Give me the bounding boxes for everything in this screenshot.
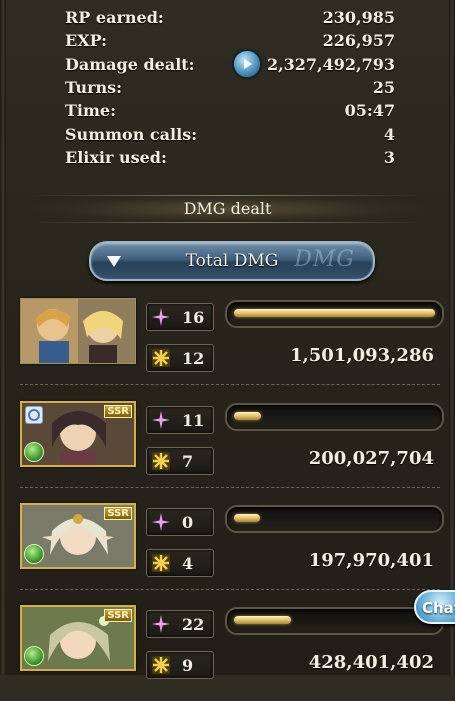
sparkle-icon: [150, 306, 172, 328]
stat-exp: EXP: 226,957: [65, 29, 395, 52]
skill-count-box: 22: [146, 610, 214, 638]
stat-label: Damage dealt:: [65, 54, 195, 74]
character-damage-row[interactable]: SSR 22 9 428,401,402: [20, 605, 444, 701]
skill-count: 11: [182, 410, 205, 430]
ring-icon: [25, 406, 43, 424]
ssr-character-portrait: SSR: [20, 401, 136, 467]
section-header-dmg-dealt: DMG dealt: [30, 195, 425, 223]
ougi-count-box: 7: [146, 447, 214, 475]
row-separator: [20, 589, 440, 591]
damage-bar-track: [225, 505, 444, 533]
row-separator: [20, 487, 440, 489]
rarity-badge: SSR: [104, 405, 132, 418]
damage-value: 428,401,402: [308, 652, 434, 673]
character-damage-row[interactable]: SSR 11 7 200,027,704: [20, 401, 444, 497]
skill-count: 0: [182, 512, 194, 532]
ougi-burst-icon: [150, 552, 172, 574]
ougi-count-box: 4: [146, 549, 214, 577]
rarity-badge: SSR: [104, 507, 132, 520]
dropdown-watermark: DMG: [294, 247, 355, 272]
character-damage-row[interactable]: SSR 0 4 197,970,401: [20, 503, 444, 599]
ougi-count-box: 12: [146, 344, 214, 372]
wind-element-icon: [24, 442, 44, 462]
damage-value: 197,970,401: [308, 550, 434, 571]
sparkle-icon: [150, 613, 172, 635]
character-damage-row[interactable]: 16 12 1,501,093,286: [20, 298, 444, 394]
play-icon[interactable]: [232, 50, 261, 79]
wind-element-icon: [24, 646, 44, 666]
frame-left-border: [0, 0, 6, 675]
ougi-burst-icon: [150, 347, 172, 369]
damage-bar-fill: [234, 514, 260, 522]
stat-turns: Turns: 25: [65, 76, 395, 99]
chat-button[interactable]: Chat: [414, 590, 455, 624]
ougi-count: 12: [182, 348, 205, 368]
damage-bar-track: [225, 403, 444, 431]
stat-label: RP earned:: [65, 8, 164, 28]
frame-right-border: [449, 0, 455, 675]
ougi-count: 7: [182, 451, 194, 471]
stat-rp-earned: RP earned: 230,985: [65, 6, 395, 29]
stat-value: 2,327,492,793: [266, 54, 395, 74]
skill-count-box: 0: [146, 508, 214, 536]
damage-value: 1,501,093,286: [289, 345, 434, 366]
ougi-count: 4: [182, 553, 194, 573]
total-dmg-dropdown-button[interactable]: Total DMG DMG: [89, 241, 375, 281]
skill-count: 22: [182, 614, 205, 634]
stat-value: 25: [372, 78, 395, 98]
ougi-count: 9: [182, 655, 194, 675]
damage-bar-track: [225, 607, 444, 635]
stat-time: Time: 05:47: [65, 99, 395, 122]
ougi-burst-icon: [150, 654, 172, 676]
skill-count-box: 16: [146, 303, 214, 331]
stat-value: 226,957: [322, 31, 395, 51]
stat-value: 05:47: [344, 101, 395, 121]
stat-label: EXP:: [65, 31, 107, 51]
rarity-badge: SSR: [104, 609, 132, 622]
stat-elixir-used: Elixir used: 3: [65, 146, 395, 169]
wind-element-icon: [24, 544, 44, 564]
damage-bar-fill: [234, 309, 435, 317]
damage-value: 200,027,704: [308, 448, 434, 469]
ssr-character-portrait: SSR: [20, 503, 136, 569]
battle-results-stats: RP earned: 230,985 EXP: 226,957 Damage d…: [65, 6, 395, 169]
stat-value: 3: [383, 147, 395, 167]
twin-characters-portrait: [20, 298, 136, 364]
stat-label: Turns:: [65, 78, 123, 98]
damage-bar-fill: [234, 616, 291, 624]
row-separator: [20, 384, 440, 386]
damage-bar-track: [225, 300, 444, 328]
sparkle-icon: [150, 511, 172, 533]
stat-label: Summon calls:: [65, 124, 198, 144]
stat-label: Time:: [65, 101, 116, 121]
damage-bar-fill: [234, 412, 261, 420]
stat-value-wrap: 2,327,492,793: [232, 50, 395, 79]
stat-summon-calls: Summon calls: 4: [65, 122, 395, 145]
stat-damage-dealt: Damage dealt: 2,327,492,793: [65, 50, 395, 79]
stat-label: Elixir used:: [65, 147, 167, 167]
stat-value: 230,985: [322, 8, 395, 28]
skill-count-box: 11: [146, 406, 214, 434]
stat-value: 4: [383, 124, 395, 144]
skill-count: 16: [182, 307, 205, 327]
sparkle-icon: [150, 409, 172, 431]
ougi-burst-icon: [150, 450, 172, 472]
ssr-character-portrait: SSR: [20, 605, 136, 671]
